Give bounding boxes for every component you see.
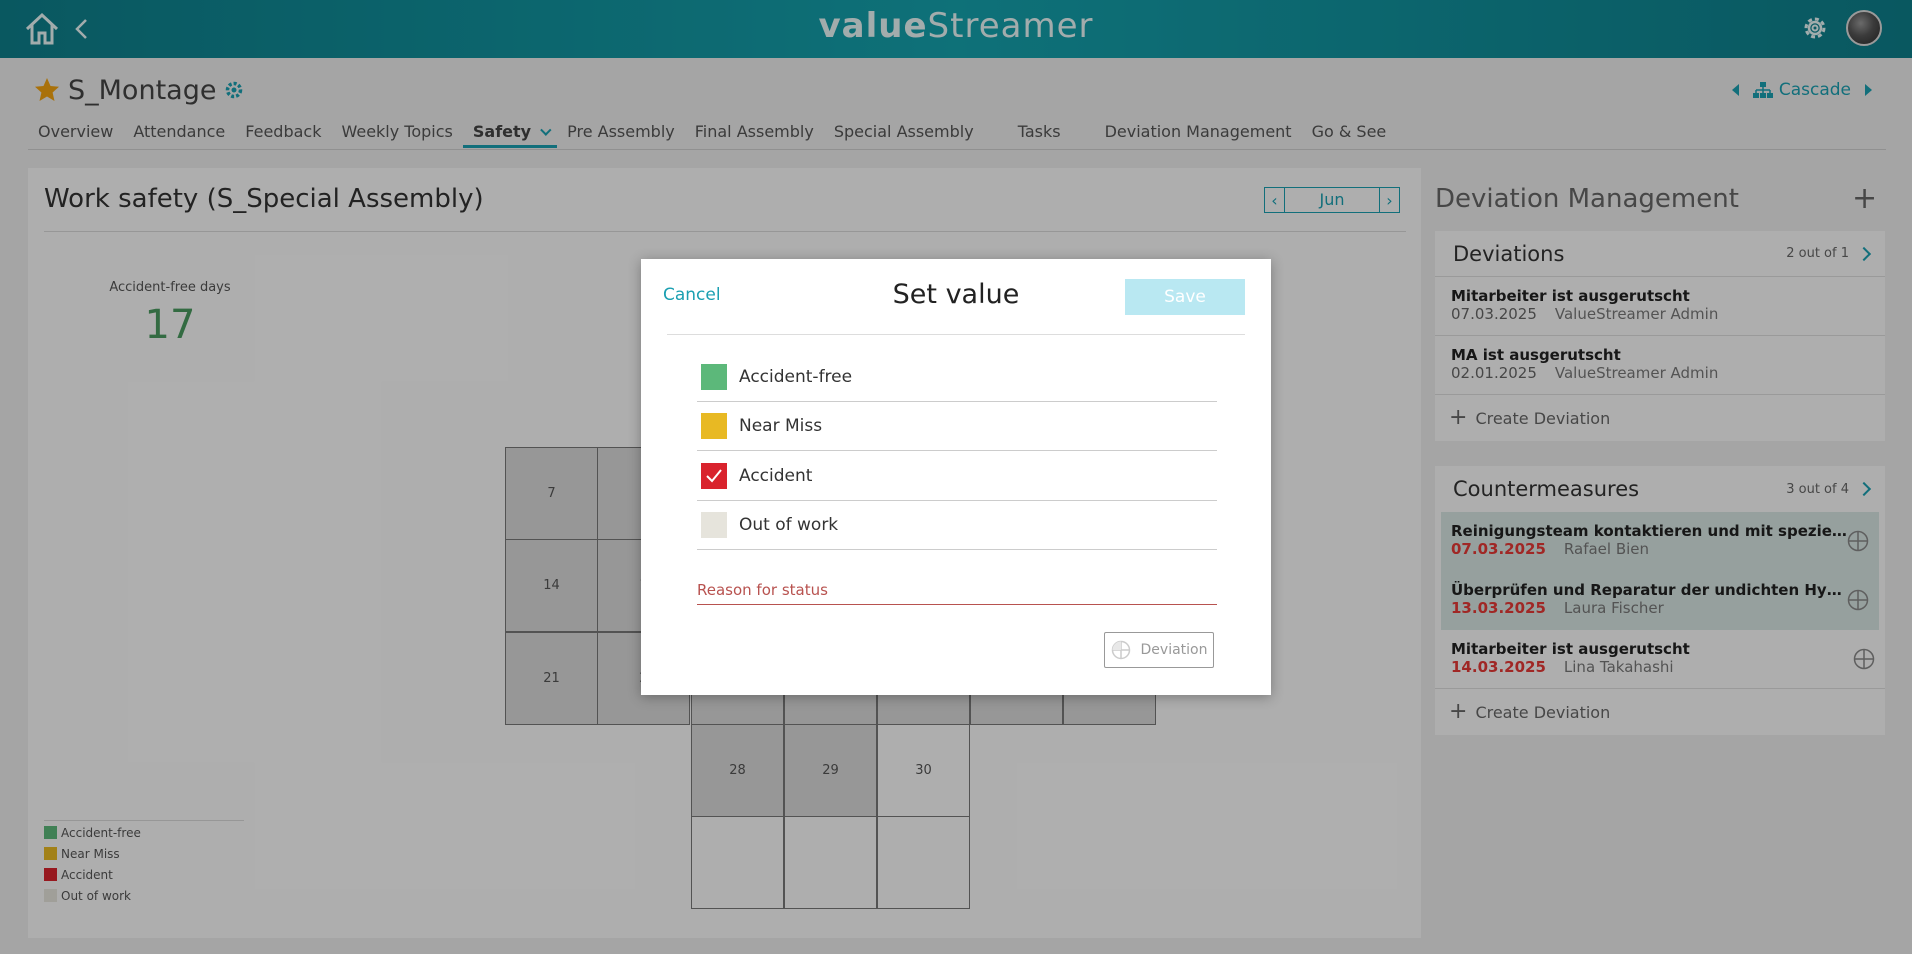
save-button[interactable]: Save [1125,279,1245,315]
reason-field [697,577,1217,605]
cancel-button[interactable]: Cancel [663,285,721,305]
status-swatch [701,413,727,439]
status-swatch [701,512,727,538]
checkmark-icon [706,469,722,483]
deviation-button[interactable]: Deviation [1104,632,1214,668]
progress-pie-icon [1111,640,1130,660]
option-label: Near Miss [739,416,823,436]
option-accident[interactable]: Accident [697,452,1217,501]
set-value-dialog: Set value Cancel Save Accident-free Near… [641,259,1271,695]
option-accident-free[interactable]: Accident-free [697,353,1217,402]
option-label: Accident-free [739,367,853,387]
reason-input[interactable] [697,577,1217,603]
deviation-button-label: Deviation [1140,642,1208,658]
option-near-miss[interactable]: Near Miss [697,402,1217,451]
option-out-of-work[interactable]: Out of work [697,501,1217,550]
dialog-divider [667,334,1245,335]
status-swatch [701,364,727,390]
option-label: Accident [739,466,813,486]
option-label: Out of work [739,515,839,535]
status-swatch-checked [701,463,727,489]
